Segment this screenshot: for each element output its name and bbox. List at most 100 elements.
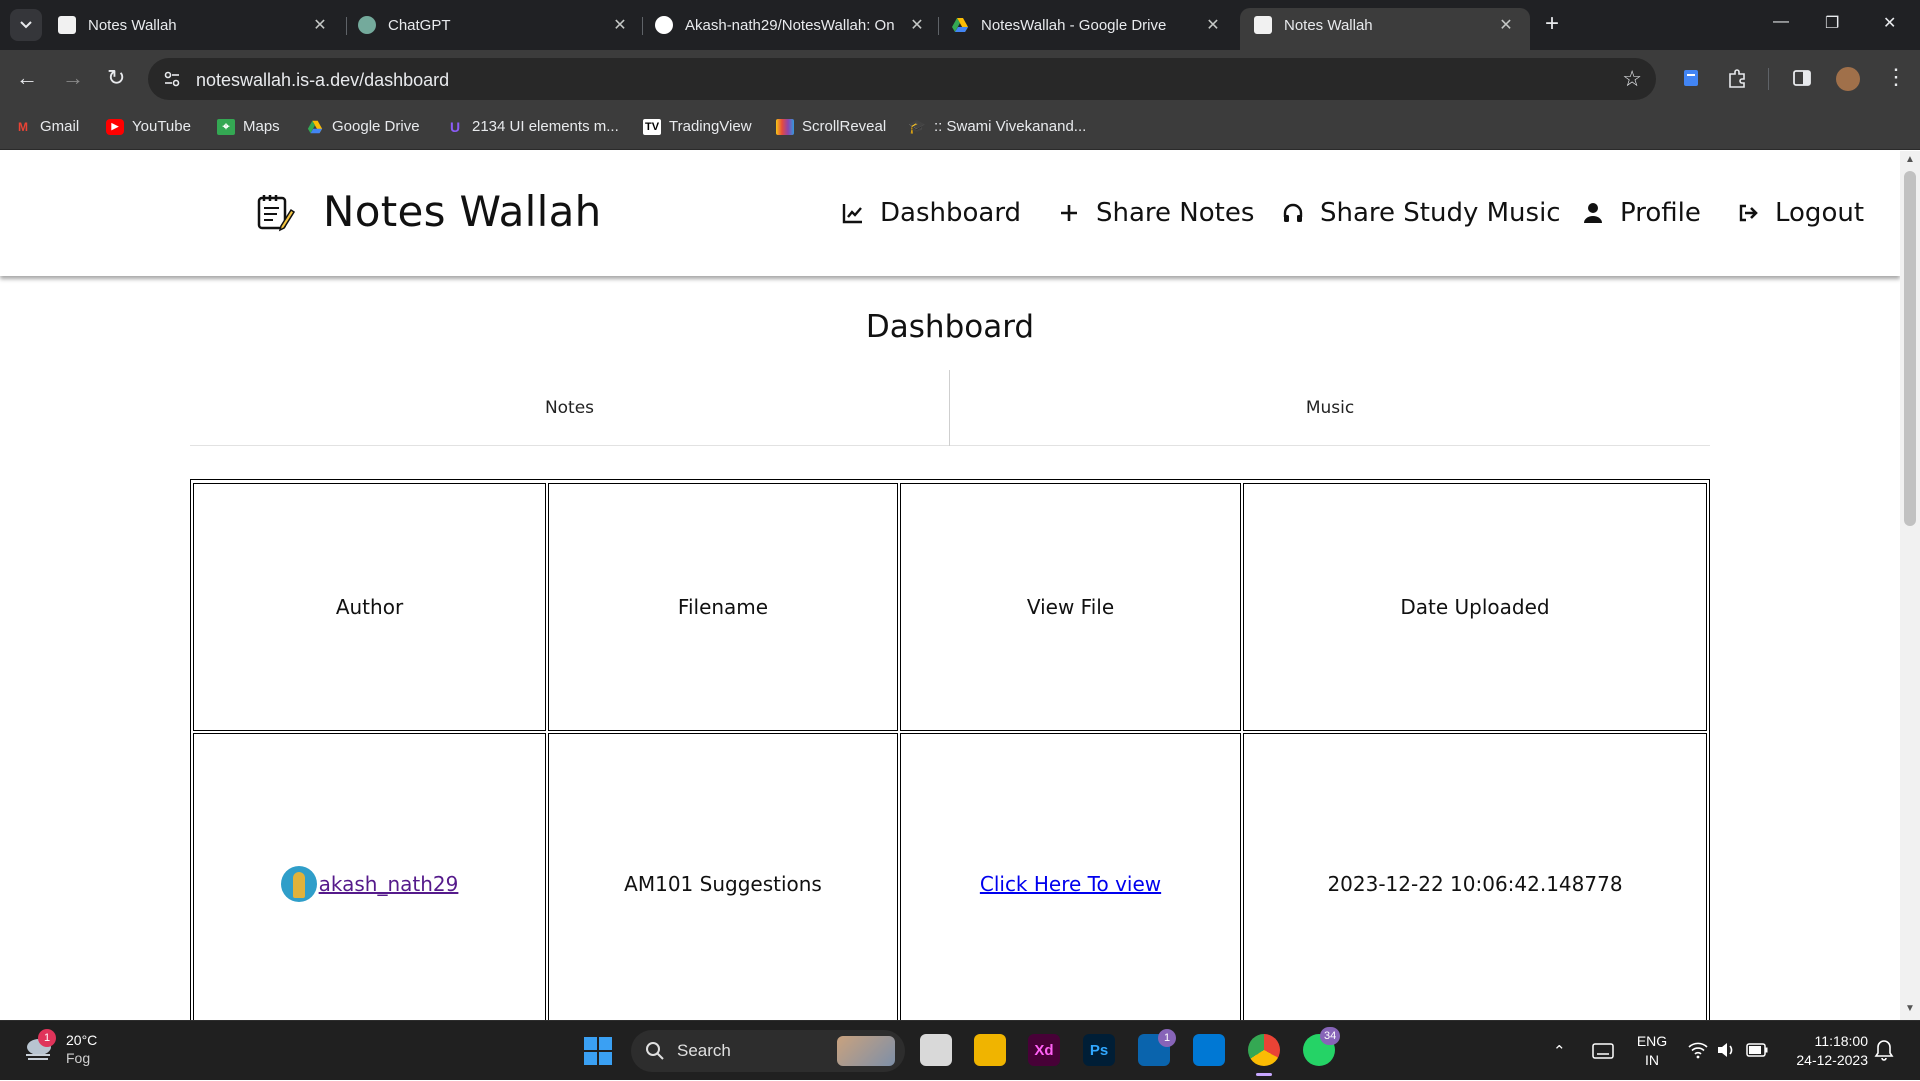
bookmark-label: ScrollReveal [802, 118, 887, 135]
battery-icon[interactable] [1746, 1043, 1768, 1057]
tradingview-icon: TV [643, 118, 661, 135]
vscode-icon[interactable] [1193, 1034, 1225, 1066]
brand[interactable]: Notes Wallah [255, 187, 602, 236]
adobe-xd-icon[interactable]: Xd [1028, 1034, 1060, 1066]
notes-table: Author Filename View File Date Uploaded … [190, 479, 1710, 1020]
bookmark-label: :: Swami Vivekanand... [934, 118, 1087, 135]
chevron-down-icon [20, 21, 32, 29]
nav-label: Share Notes [1096, 198, 1255, 228]
weather-badge: 1 [38, 1029, 56, 1047]
scroll-thumb[interactable] [1904, 171, 1916, 526]
tab-notes[interactable]: Notes [190, 370, 949, 446]
close-icon[interactable]: ✕ [907, 15, 927, 35]
restore-icon[interactable]: ❐ [1825, 13, 1839, 33]
nav-dashboard[interactable]: Dashboard [842, 198, 1021, 228]
minimize-icon[interactable]: — [1773, 13, 1789, 31]
bookmark-maps[interactable]: ⌖ Maps [217, 118, 280, 135]
clock-date: 24-12-2023 [1796, 1052, 1868, 1068]
system-clock[interactable]: 11:18:00 24-12-2023 [1780, 1032, 1868, 1070]
wifi-icon[interactable] [1688, 1041, 1708, 1059]
scroll-up-arrow-icon[interactable]: ▲ [1905, 154, 1915, 165]
table-cell-filename: AM101 Suggestions [548, 733, 898, 1020]
brand-name: Notes Wallah [323, 187, 602, 236]
notes-wallah-icon [1254, 16, 1272, 34]
tab-search-button[interactable] [10, 9, 42, 41]
nav-label: Profile [1620, 198, 1701, 228]
site-info-icon[interactable] [162, 69, 182, 89]
bookmark-scrollreveal[interactable]: ScrollReveal [776, 118, 886, 135]
chatgpt-icon [358, 16, 376, 34]
extension-docs-icon[interactable] [1680, 67, 1702, 89]
table-header-author: Author [193, 483, 546, 731]
bookmark-star-icon[interactable]: ☆ [1622, 66, 1642, 92]
lang-top: ENG [1636, 1033, 1668, 1049]
page-viewport: Notes Wallah Dashboard Share Notes Share… [0, 151, 1900, 1020]
tab-title: Akash-nath29/NotesWallah: On [685, 16, 895, 34]
user-icon [1584, 203, 1602, 223]
notification-bell-icon[interactable] [1874, 1039, 1894, 1061]
back-arrow-icon[interactable]: ← [16, 66, 38, 90]
browser-tab-1[interactable]: Notes Wallah ✕ [44, 8, 344, 42]
nav-logout[interactable]: Logout [1737, 198, 1864, 228]
reload-icon[interactable]: ↻ [107, 66, 125, 90]
show-hidden-icons[interactable]: ⌃ [1553, 1021, 1566, 1081]
browser-tab-strip: Notes Wallah ✕ ChatGPT ✕ Akash-nath29/No… [0, 0, 1920, 50]
nav-profile[interactable]: Profile [1582, 198, 1701, 228]
browser-tab-3[interactable]: Akash-nath29/NotesWallah: On ✕ [641, 8, 941, 42]
notes-wallah-icon [58, 16, 76, 34]
view-file-link[interactable]: Click Here To view [980, 872, 1161, 896]
windows-start-icon[interactable] [584, 1037, 612, 1065]
bookmark-uiverse[interactable]: U 2134 UI elements m... [446, 118, 619, 135]
browser-tab-4[interactable]: NotesWallah - Google Drive ✕ [937, 8, 1237, 42]
table-cell-author: akash_nath29 [193, 733, 546, 1020]
scroll-down-arrow-icon[interactable]: ▼ [1905, 1003, 1915, 1014]
volume-icon[interactable] [1716, 1041, 1736, 1059]
close-icon[interactable]: ✕ [1496, 15, 1516, 35]
chrome-icon[interactable] [1248, 1034, 1280, 1066]
bookmark-gmail[interactable]: M Gmail [14, 118, 79, 135]
profile-avatar[interactable] [1836, 67, 1860, 91]
weather-widget[interactable]: 20°C Fog 1 [22, 1029, 97, 1067]
bookmark-swami-vivekanand[interactable]: 🎓 :: Swami Vivekanand... [908, 118, 1086, 135]
search-icon [646, 1042, 664, 1060]
page-scrollbar[interactable]: ▲ ▼ [1900, 151, 1920, 1020]
tab-title: NotesWallah - Google Drive [981, 16, 1167, 34]
language-indicator[interactable]: ENG IN [1632, 1032, 1672, 1070]
bookmark-tradingview[interactable]: TV TradingView [643, 118, 752, 135]
taskbar-search[interactable]: Search [631, 1030, 905, 1072]
side-panel-icon[interactable] [1791, 67, 1813, 89]
table-header-date-uploaded: Date Uploaded [1243, 483, 1707, 731]
uiverse-icon: U [449, 118, 461, 135]
close-icon[interactable]: ✕ [1203, 15, 1223, 35]
window-close-icon[interactable]: ✕ [1883, 13, 1896, 33]
task-view-icon[interactable] [920, 1034, 952, 1066]
author-link[interactable]: akash_nath29 [280, 866, 458, 902]
keyboard-icon[interactable] [1592, 1043, 1614, 1059]
graduation-cap-icon: 🎓 [908, 118, 926, 134]
extensions-puzzle-icon[interactable] [1726, 67, 1748, 89]
nav-share-study-music[interactable]: Share Study Music [1282, 198, 1561, 228]
new-tab-button[interactable]: + [1545, 12, 1559, 36]
address-bar[interactable]: noteswallah.is-a.dev/dashboard ☆ [148, 58, 1656, 100]
close-icon[interactable]: ✕ [610, 15, 630, 35]
forward-arrow-icon[interactable]: → [62, 66, 84, 90]
url-text: noteswallah.is-a.dev/dashboard [196, 70, 450, 90]
whatsapp-badge: 34 [1320, 1027, 1341, 1045]
lang-bottom: IN [1645, 1052, 1659, 1068]
plus-icon [1061, 205, 1077, 221]
bookmark-youtube[interactable]: ▶ YouTube [106, 118, 191, 135]
file-explorer-icon[interactable] [974, 1034, 1006, 1066]
sign-out-icon [1739, 204, 1758, 222]
tab-music[interactable]: Music [950, 370, 1710, 446]
more-menu-icon[interactable]: ⋮ [1885, 64, 1907, 90]
close-icon[interactable]: ✕ [310, 15, 330, 35]
browser-tab-2[interactable]: ChatGPT ✕ [344, 8, 644, 42]
nav-share-notes[interactable]: Share Notes [1058, 198, 1254, 228]
author-avatar [280, 866, 317, 902]
youtube-icon: ▶ [106, 118, 124, 135]
bookmark-google-drive[interactable]: Google Drive [306, 118, 420, 135]
browser-tab-5-active[interactable]: Notes Wallah ✕ [1240, 8, 1530, 50]
table-cell-date: 2023-12-22 10:06:42.148778 [1243, 733, 1707, 1020]
photoshop-icon[interactable]: Ps [1083, 1034, 1115, 1066]
gmail-icon: M [18, 119, 28, 134]
